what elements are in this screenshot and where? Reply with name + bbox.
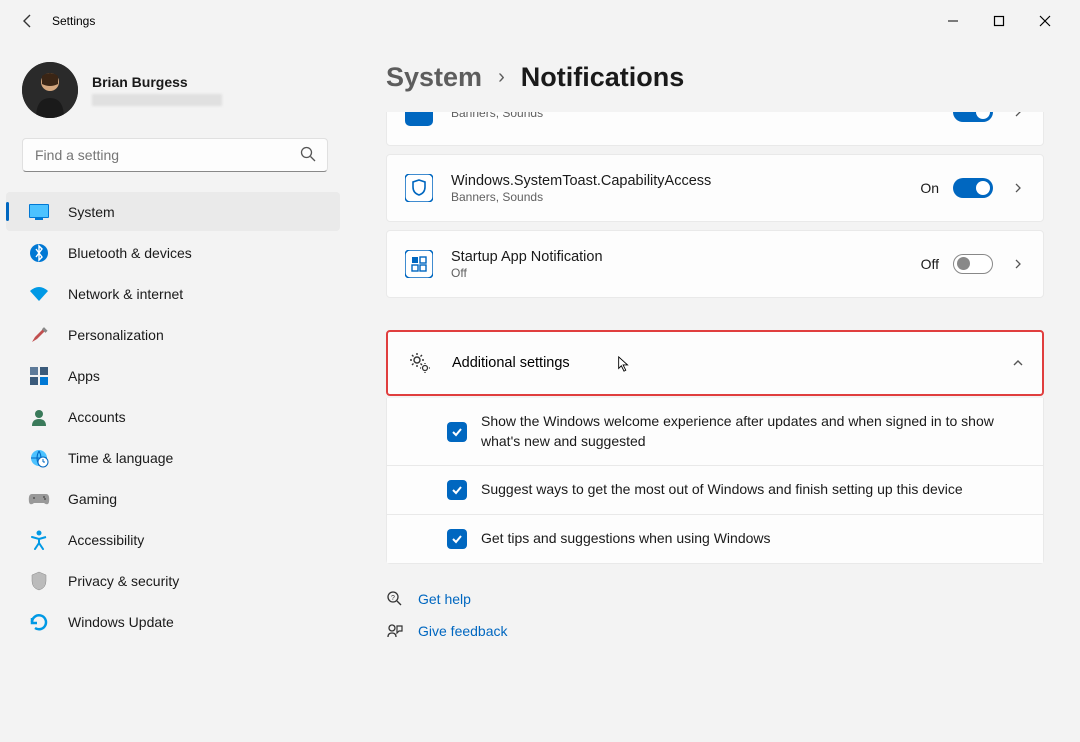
title-bar: Settings — [0, 0, 1080, 42]
sidebar-item-label: Apps — [68, 368, 100, 384]
card-subtitle: Off — [451, 266, 921, 280]
shield-icon — [28, 570, 50, 592]
sidebar-item-label: Network & internet — [68, 286, 183, 302]
checkbox-checked[interactable] — [447, 480, 467, 500]
sidebar-item-gaming[interactable]: Gaming — [6, 479, 340, 518]
sidebar-item-time[interactable]: Time & language — [6, 438, 340, 477]
checkbox-checked[interactable] — [447, 422, 467, 442]
search-container — [22, 138, 328, 172]
card-subtitle: Banners, Sounds — [451, 112, 953, 120]
notification-app-card[interactable]: Banners, Sounds — [386, 112, 1044, 146]
checkbox-row[interactable]: Show the Windows welcome experience afte… — [386, 398, 1044, 466]
cursor-icon — [616, 356, 632, 372]
sidebar-item-label: Accounts — [68, 409, 126, 425]
account-name: Brian Burgess — [92, 74, 222, 90]
close-button[interactable] — [1022, 5, 1068, 37]
checkbox-label: Get tips and suggestions when using Wind… — [481, 529, 771, 549]
sidebar-item-personalization[interactable]: Personalization — [6, 315, 340, 354]
expander-title: Additional settings — [452, 355, 1012, 371]
feedback-icon — [386, 622, 404, 640]
apps-icon — [28, 365, 50, 387]
wifi-icon — [28, 283, 50, 305]
sidebar-item-accessibility[interactable]: Accessibility — [6, 520, 340, 559]
chevron-right-icon — [1011, 181, 1025, 195]
chevron-right-icon — [1011, 257, 1025, 271]
main-content: System › Notifications Banners, Sounds W… — [386, 42, 1044, 742]
card-title: Startup App Notification — [451, 249, 921, 265]
chevron-right-icon — [1011, 112, 1025, 119]
toggle-state-label: On — [920, 180, 939, 196]
brush-icon — [28, 324, 50, 346]
maximize-button[interactable] — [976, 5, 1022, 37]
sidebar: Brian Burgess System Bluetooth & devices… — [0, 42, 350, 742]
toggle-switch[interactable] — [953, 178, 993, 198]
account-section[interactable]: Brian Burgess — [0, 56, 350, 138]
minimize-button[interactable] — [930, 5, 976, 37]
checkbox-checked[interactable] — [447, 529, 467, 549]
get-help-link[interactable]: ? Get help — [386, 590, 1044, 608]
sidebar-item-privacy[interactable]: Privacy & security — [6, 561, 340, 600]
sidebar-item-bluetooth[interactable]: Bluetooth & devices — [6, 233, 340, 272]
notification-app-card[interactable]: Windows.SystemToast.CapabilityAccessBann… — [386, 154, 1044, 222]
bluetooth-icon — [28, 242, 50, 264]
give-feedback-link[interactable]: Give feedback — [386, 622, 1044, 640]
feedback-link-text[interactable]: Give feedback — [418, 623, 508, 639]
notification-app-card[interactable]: Startup App NotificationOff Off — [386, 230, 1044, 298]
sidebar-item-accounts[interactable]: Accounts — [6, 397, 340, 436]
sidebar-item-network[interactable]: Network & internet — [6, 274, 340, 313]
card-title: Windows.SystemToast.CapabilityAccess — [451, 173, 920, 189]
sidebar-item-label: Gaming — [68, 491, 117, 507]
sidebar-item-apps[interactable]: Apps — [6, 356, 340, 395]
toggle-state-label: Off — [921, 256, 939, 272]
breadcrumb: System › Notifications — [386, 42, 1044, 112]
checkbox-label: Show the Windows welcome experience afte… — [481, 412, 1025, 451]
avatar — [22, 62, 78, 118]
checkbox-label: Suggest ways to get the most out of Wind… — [481, 480, 963, 500]
sidebar-item-label: Time & language — [68, 450, 173, 466]
additional-settings-expander[interactable]: Additional settings — [386, 330, 1044, 396]
card-subtitle: Banners, Sounds — [451, 190, 920, 204]
svg-text:?: ? — [391, 595, 395, 602]
app-title: Settings — [52, 14, 95, 28]
nav: System Bluetooth & devices Network & int… — [0, 192, 350, 641]
person-icon — [28, 406, 50, 428]
startup-app-icon — [405, 250, 433, 278]
shield-app-icon — [405, 174, 433, 202]
search-input[interactable] — [22, 138, 328, 172]
back-button[interactable] — [12, 5, 44, 37]
breadcrumb-current: Notifications — [521, 62, 685, 93]
account-email-blurred — [92, 94, 222, 106]
sidebar-item-label: Bluetooth & devices — [68, 245, 192, 261]
gears-icon — [406, 349, 434, 377]
chevron-up-icon — [1012, 357, 1024, 369]
app-icon — [405, 112, 433, 126]
checkbox-row[interactable]: Get tips and suggestions when using Wind… — [386, 515, 1044, 564]
sidebar-item-label: Privacy & security — [68, 573, 179, 589]
display-icon — [28, 201, 50, 223]
search-icon — [300, 146, 318, 164]
checkbox-row[interactable]: Suggest ways to get the most out of Wind… — [386, 466, 1044, 515]
toggle-switch[interactable] — [953, 254, 993, 274]
update-icon — [28, 611, 50, 633]
toggle-switch[interactable] — [953, 112, 993, 122]
sidebar-item-label: Windows Update — [68, 614, 174, 630]
breadcrumb-parent[interactable]: System — [386, 62, 482, 93]
help-icon: ? — [386, 590, 404, 608]
sidebar-item-system[interactable]: System — [6, 192, 340, 231]
clock-globe-icon — [28, 447, 50, 469]
help-link-text[interactable]: Get help — [418, 591, 471, 607]
sidebar-item-label: Personalization — [68, 327, 164, 343]
chevron-right-icon: › — [498, 66, 505, 89]
gamepad-icon — [28, 488, 50, 510]
sidebar-item-label: Accessibility — [68, 532, 144, 548]
sidebar-item-label: System — [68, 204, 115, 220]
sidebar-item-update[interactable]: Windows Update — [6, 602, 340, 641]
accessibility-icon — [28, 529, 50, 551]
